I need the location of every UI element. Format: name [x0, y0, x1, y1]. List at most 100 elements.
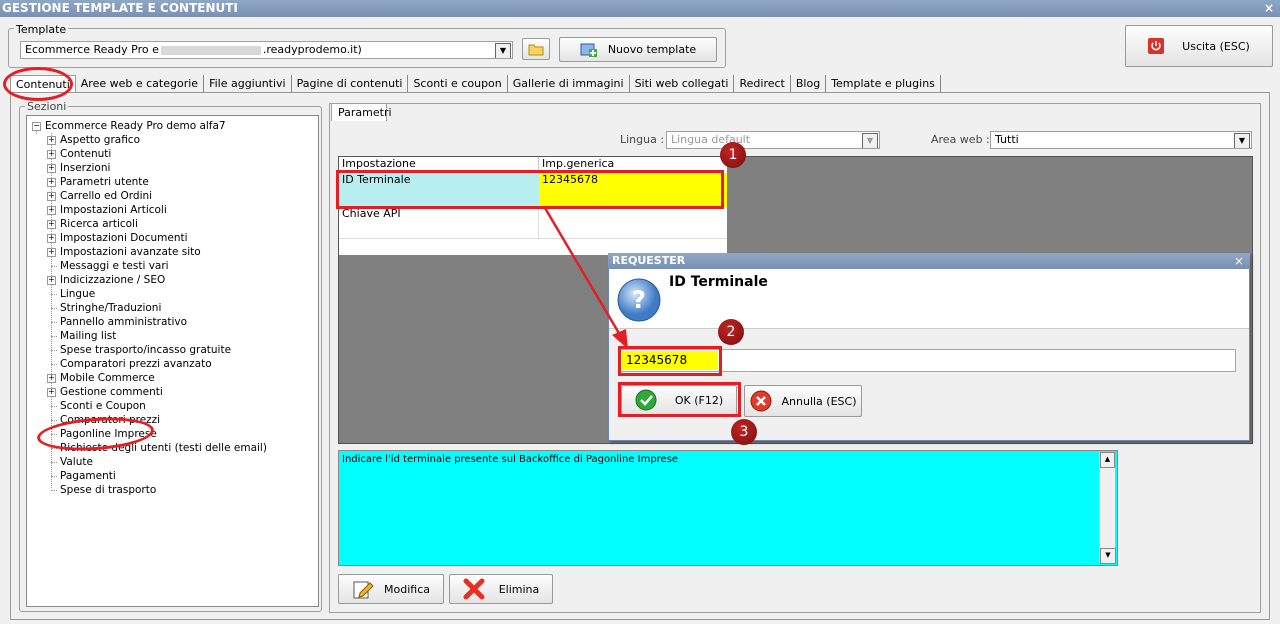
expand-icon[interactable]: + — [47, 150, 56, 159]
expand-icon[interactable]: + — [47, 220, 56, 229]
tree-item-label: Impostazioni avanzate sito — [60, 246, 201, 258]
tree-item[interactable]: + Parametri utente — [47, 175, 149, 189]
tab-gallerie[interactable]: Gallerie di immagini — [508, 75, 630, 93]
tree-item[interactable]: + Ricerca articoli — [47, 217, 138, 231]
template-select[interactable]: Ecommerce Ready Pro e .readyprodemo.it) ▼ — [20, 41, 513, 59]
tree-item[interactable]: Spese trasporto/incasso gratuite — [51, 343, 231, 357]
expand-icon[interactable]: + — [47, 234, 56, 243]
tree-connector — [51, 420, 57, 421]
tree-item-label: Mailing list — [60, 330, 117, 342]
modify-button[interactable]: Modifica — [338, 574, 444, 604]
tab-parametri[interactable]: Parametri — [331, 103, 392, 121]
tree-item-label: Inserzioni — [60, 162, 111, 174]
chevron-down-icon[interactable]: ▼ — [1234, 133, 1250, 148]
description-box: Indicare l'id terminale presente sul Bac… — [338, 450, 1118, 566]
obscured-text — [160, 45, 261, 55]
expand-icon[interactable]: + — [47, 374, 56, 383]
new-template-button[interactable]: Nuovo template — [559, 37, 717, 62]
tab-pagine-contenuti[interactable]: Pagine di contenuti — [292, 75, 409, 93]
tree-connector — [51, 308, 57, 309]
tree-connector — [36, 131, 37, 134]
tab-redirect[interactable]: Redirect — [734, 75, 791, 93]
expand-icon[interactable]: + — [47, 248, 56, 257]
delete-x-icon — [463, 578, 485, 600]
exit-button[interactable]: Uscita (ESC) — [1125, 25, 1273, 67]
tree-item[interactable]: Stringhe/Traduzioni — [51, 301, 162, 315]
annotation-highlight-ok — [618, 382, 741, 417]
area-web-select[interactable]: Tutti ▼ — [990, 131, 1252, 149]
tab-blog[interactable]: Blog — [791, 75, 827, 93]
tree-item[interactable]: Spese di trasporto — [51, 483, 157, 497]
tree-item[interactable]: + Impostazioni avanzate sito — [47, 245, 201, 259]
dialog-title-bar: REQUESTER — [608, 253, 1250, 269]
annotation-arrow — [543, 207, 628, 349]
tree-root[interactable]: − Ecommerce Ready Pro demo alfa7 — [32, 119, 226, 133]
dialog-cancel-button[interactable]: Annulla (ESC) — [744, 385, 862, 417]
tree-item-label: Contenuti — [60, 148, 112, 160]
tree-item[interactable]: + Indicizzazione / SEO — [47, 273, 166, 287]
tree-item[interactable]: Pannello amministrativo — [51, 315, 187, 329]
tree-item-label: Impostazioni Documenti — [60, 232, 188, 244]
tab-template-plugins[interactable]: Template e plugins — [826, 75, 941, 93]
tree-item[interactable]: + Impostazioni Articoli — [47, 203, 167, 217]
chevron-down-icon[interactable]: ▼ — [862, 133, 878, 148]
tree-item-label: Spese di trasporto — [60, 484, 157, 496]
tree-item-label: Lingue — [60, 288, 96, 300]
chevron-down-icon[interactable]: ▼ — [495, 43, 511, 58]
expand-icon[interactable]: + — [47, 164, 56, 173]
tree-connector — [51, 294, 57, 295]
sections-label: Sezioni — [25, 100, 69, 113]
tree-item[interactable]: Mailing list — [51, 329, 117, 343]
tree-item[interactable]: Lingue — [51, 287, 96, 301]
tree-item-label: Parametri utente — [60, 176, 149, 188]
tree-item[interactable]: Sconti e Coupon — [51, 399, 146, 413]
power-icon — [1148, 38, 1165, 54]
expand-icon[interactable]: + — [47, 388, 56, 397]
window-close-icon[interactable]: × — [1264, 0, 1274, 17]
scroll-down-icon[interactable]: ▼ — [1100, 548, 1116, 564]
tree-item-label: Stringhe/Traduzioni — [60, 302, 162, 314]
tree-item[interactable]: + Mobile Commerce — [47, 371, 155, 385]
tree-connector — [51, 350, 57, 351]
collapse-icon[interactable]: − — [32, 122, 41, 131]
expand-icon[interactable]: + — [47, 178, 56, 187]
tree-item[interactable]: + Aspetto grafico — [47, 133, 141, 147]
tree-item[interactable]: + Inserzioni — [47, 161, 111, 175]
tree-item[interactable]: + Gestione commenti — [47, 385, 163, 399]
tab-aree-web[interactable]: Aree web e categorie — [76, 75, 205, 93]
tree-connector — [51, 322, 57, 323]
expand-icon[interactable]: + — [47, 192, 56, 201]
tree-connector — [51, 364, 57, 365]
folder-icon — [528, 44, 544, 56]
expand-icon[interactable]: + — [47, 276, 56, 285]
tab-sconti-coupon[interactable]: Sconti e coupon — [408, 75, 508, 93]
sections-tree[interactable]: − Ecommerce Ready Pro demo alfa7 + Aspett… — [26, 115, 319, 607]
tree-item[interactable]: + Carrello ed Ordini — [47, 189, 152, 203]
tree-item[interactable]: Messaggi e testi vari — [51, 259, 169, 273]
grid-row-chiave-api-setting[interactable]: Chiave API — [339, 207, 539, 239]
annotation-highlight-row — [336, 170, 724, 209]
lingua-select[interactable]: Lingua default ▼ — [666, 131, 880, 149]
tree-item-label: Impostazioni Articoli — [60, 204, 167, 216]
dialog-close-icon[interactable]: × — [1232, 254, 1246, 268]
expand-icon[interactable]: + — [47, 206, 56, 215]
tab-siti-collegati[interactable]: Siti web collegati — [630, 75, 735, 93]
tab-file-aggiuntivi[interactable]: File aggiuntivi — [204, 75, 292, 93]
tree-item[interactable]: Valute — [51, 455, 93, 469]
tree-connector — [51, 490, 57, 491]
delete-button[interactable]: Elimina — [449, 574, 553, 604]
tree-item[interactable]: Pagamenti — [51, 469, 116, 483]
lingua-label: Lingua : — [620, 133, 665, 146]
tree-item[interactable]: Comparatori prezzi avanzato — [51, 357, 212, 371]
description-scrollbar[interactable]: ▲ ▼ — [1099, 452, 1116, 564]
tree-item-label: Indicizzazione / SEO — [60, 274, 166, 286]
tree-connector — [51, 336, 57, 337]
tree-item[interactable]: + Contenuti — [47, 147, 112, 161]
tree-item[interactable]: + Impostazioni Documenti — [47, 231, 188, 245]
tree-item-label: Aspetto grafico — [60, 134, 141, 146]
edit-icon — [353, 581, 374, 599]
open-folder-button[interactable] — [522, 38, 550, 60]
expand-icon[interactable]: + — [47, 136, 56, 145]
scroll-up-icon[interactable]: ▲ — [1100, 452, 1115, 468]
modify-label: Modifica — [384, 582, 430, 596]
